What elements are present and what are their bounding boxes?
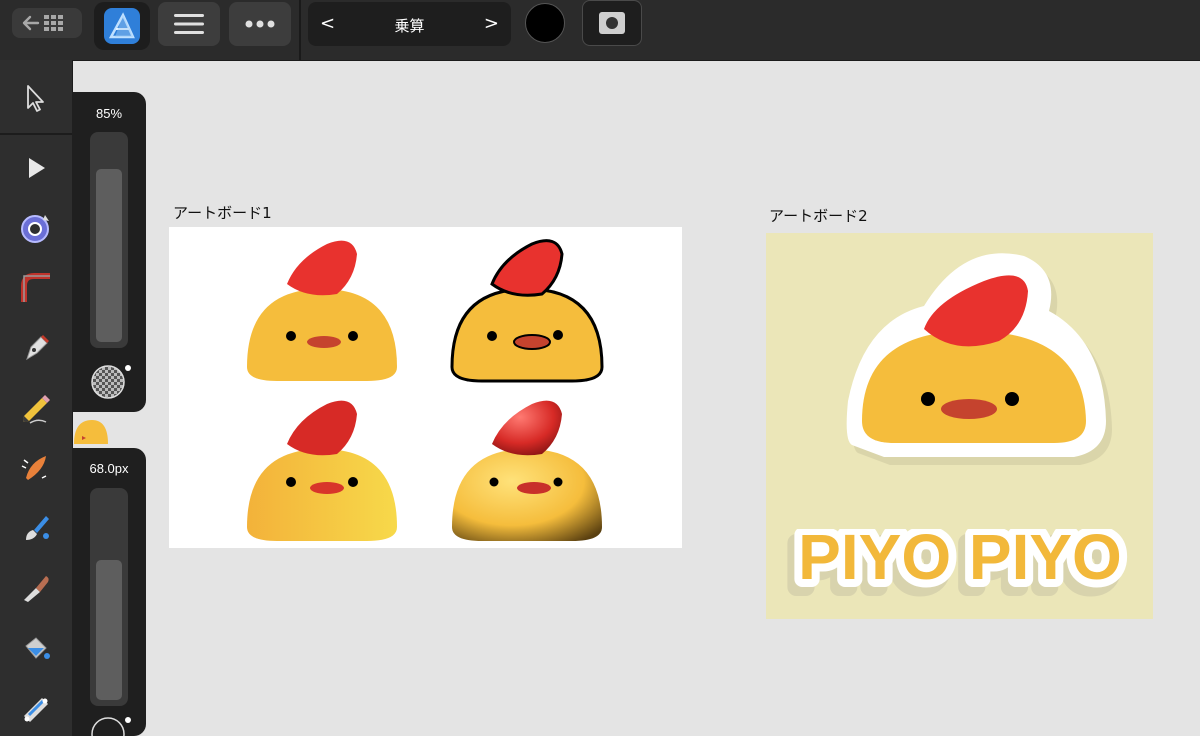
corner-tool[interactable] xyxy=(14,266,58,310)
arrow-pointer-icon xyxy=(27,85,44,112)
chick-outlined xyxy=(450,239,604,383)
hamburger-icon xyxy=(174,14,204,34)
sticker-artwork xyxy=(846,253,1112,465)
app-menu-button[interactable] xyxy=(94,2,150,50)
knife-icon xyxy=(24,576,49,602)
toolbar-divider xyxy=(299,0,301,60)
piyo-logo-text: PIYO PIYO PIYO PIYO PIYO PIYO xyxy=(783,529,1130,610)
opacity-slider-panel: 85% xyxy=(72,92,146,412)
point-transform-icon xyxy=(21,215,49,243)
pen-tool[interactable] xyxy=(14,326,58,370)
document-menu-button[interactable] xyxy=(158,2,220,46)
opacity-value: 85% xyxy=(95,106,123,121)
width-slider-panel: 68.0px xyxy=(72,448,146,736)
opacity-slider[interactable] xyxy=(90,132,128,348)
fill-bucket-icon xyxy=(25,637,50,659)
opacity-slider-fill xyxy=(96,168,122,342)
move-tool[interactable] xyxy=(14,76,58,120)
pencil-icon xyxy=(23,395,50,424)
mask-button[interactable] xyxy=(582,0,642,46)
chick-flat xyxy=(247,240,397,381)
more-dots-icon xyxy=(245,20,275,28)
pen-nib-icon xyxy=(26,335,49,361)
vector-brush-tool[interactable] xyxy=(14,446,58,490)
piyo-text: PIYO PIYO xyxy=(798,529,1122,593)
blend-next-button[interactable]: > xyxy=(484,13,499,34)
tools-panel xyxy=(0,60,73,736)
blend-mode-selector[interactable]: < 乗算 > xyxy=(308,2,511,46)
checkerboard-icon xyxy=(91,365,131,399)
transparency-tool[interactable] xyxy=(14,686,58,730)
mask-icon xyxy=(599,12,625,34)
fill-color-well[interactable] xyxy=(525,3,565,43)
knife-tool[interactable] xyxy=(14,566,58,610)
fill-tool[interactable] xyxy=(14,626,58,670)
width-slider[interactable] xyxy=(90,488,128,706)
paint-brush-icon xyxy=(26,516,49,540)
chick-3d xyxy=(452,400,602,541)
width-slider-fill xyxy=(96,559,122,700)
brush-preview-icon xyxy=(91,717,131,736)
chick-gradient xyxy=(247,400,397,541)
point-transform-tool[interactable] xyxy=(14,206,58,250)
back-to-documents-button[interactable] xyxy=(12,8,82,38)
node-tool[interactable] xyxy=(14,146,58,190)
artboard1-label: アートボード1 xyxy=(173,204,272,222)
blend-mode-label: 乗算 xyxy=(394,17,425,35)
artboard2-label: アートボード2 xyxy=(769,207,868,225)
paint-brush-tool[interactable] xyxy=(14,506,58,550)
more-options-button[interactable] xyxy=(229,2,291,46)
affinity-designer-logo xyxy=(104,8,140,44)
corner-icon xyxy=(21,273,50,302)
pencil-tool[interactable] xyxy=(14,386,58,430)
gradient-ruler-icon xyxy=(24,698,48,722)
top-toolbar: < 乗算 > xyxy=(0,0,1200,61)
artboard-2[interactable]: PIYO PIYO PIYO PIYO PIYO PIYO xyxy=(766,233,1153,619)
back-arrow-grid-icon xyxy=(22,15,63,31)
width-value: 68.0px xyxy=(89,461,129,476)
vector-brush-icon xyxy=(21,456,47,480)
node-pointer-icon xyxy=(29,158,45,178)
artboard-1[interactable] xyxy=(169,227,682,548)
tools-separator xyxy=(0,133,72,135)
artboard1-artwork xyxy=(247,239,604,541)
chick-thumbnail xyxy=(74,420,108,444)
